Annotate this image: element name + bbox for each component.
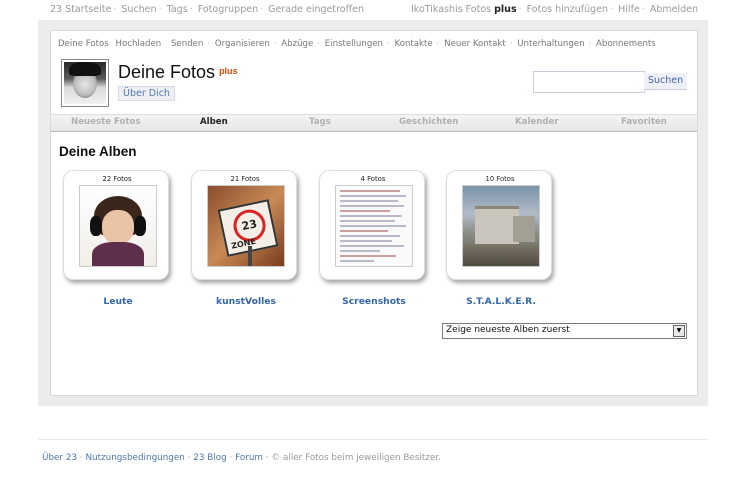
search-button[interactable]: Suchen: [644, 73, 688, 90]
album-thumbnail[interactable]: 23 ZONE: [207, 185, 285, 267]
top-link-suchen[interactable]: Suchen: [121, 4, 156, 15]
top-nav-left: 23 Startseite · Suchen · Tags · Fotogruppen…: [50, 4, 365, 15]
tab-tags[interactable]: Tags: [309, 117, 331, 127]
top-link-user-photos[interactable]: IkoTikashis Fotos: [411, 4, 491, 15]
subnav-senden[interactable]: Senden: [171, 39, 203, 49]
subnav-kontakte[interactable]: Kontakte: [394, 39, 432, 49]
tab-neueste-fotos[interactable]: Neueste Fotos: [71, 117, 141, 127]
footer-divider: [38, 439, 708, 440]
outer-panel: Deine Fotos Hochladen Senden · Organisier…: [38, 20, 708, 406]
top-link-startseite[interactable]: 23 Startseite: [50, 4, 111, 15]
content-panel: Deine Fotos Hochladen Senden · Organisier…: [50, 30, 698, 396]
about-button[interactable]: Über Dich: [118, 86, 175, 101]
avatar[interactable]: [61, 59, 109, 107]
footer-link-blog[interactable]: 23 Blog: [193, 453, 226, 463]
album-card[interactable]: 22 Fotos: [63, 170, 169, 280]
top-nav-right: IkoTikashis Fotos plus · Fotos hinzufügen…: [411, 4, 698, 15]
sub-nav: Deine Fotos Hochladen Senden · Organisier…: [58, 39, 656, 49]
album-count: 22 Fotos: [102, 175, 132, 183]
album-card[interactable]: 21 Fotos 23 ZONE: [191, 170, 297, 280]
album-count: 21 Fotos: [230, 175, 260, 183]
footer-copyright: © aller Fotos beim jeweiligen Besitzer.: [271, 453, 441, 463]
top-link-hilfe[interactable]: Hilfe: [618, 4, 640, 15]
top-link-abmelden[interactable]: Abmelden: [650, 4, 698, 15]
plus-badge: plus: [494, 4, 517, 15]
tab-geschichten[interactable]: Geschichten: [399, 117, 458, 127]
album-title-link[interactable]: Leute: [63, 296, 173, 307]
page-title: Deine Fotos plus: [118, 62, 238, 82]
top-bar: 23 Startseite · Suchen · Tags · Fotogruppen…: [0, 0, 756, 20]
tab-kalender[interactable]: Kalender: [515, 117, 559, 127]
subnav-deine-fotos[interactable]: Deine Fotos: [58, 39, 109, 49]
top-link-fotos-hinzufuegen[interactable]: Fotos hinzufügen: [527, 4, 608, 15]
top-link-tags[interactable]: Tags: [167, 4, 188, 15]
plus-badge: plus: [219, 66, 238, 76]
album-title-link[interactable]: Screenshots: [319, 296, 429, 307]
album-count: 4 Fotos: [360, 175, 386, 183]
album-thumbnail[interactable]: [79, 185, 157, 267]
footer-link-forum[interactable]: Forum: [235, 453, 263, 463]
album-thumbnail[interactable]: [335, 185, 413, 267]
tab-bar: Neueste Fotos Alben Tags Geschichten Kal…: [51, 114, 697, 132]
album-title-link[interactable]: S.T.A.L.K.E.R.: [446, 296, 556, 307]
footer: Über 23 · Nutzungsbedingungen · 23 Blog …: [42, 453, 441, 463]
album-count: 10 Fotos: [485, 175, 515, 183]
section-title: Deine Alben: [59, 144, 137, 159]
search-input[interactable]: [533, 71, 645, 93]
sign-word: ZONE: [230, 236, 257, 251]
album-thumbnail[interactable]: [462, 185, 540, 267]
footer-link-nutzungsbedingungen[interactable]: Nutzungsbedingungen: [85, 453, 184, 463]
tab-alben[interactable]: Alben: [200, 117, 228, 127]
tab-favoriten[interactable]: Favoriten: [621, 117, 667, 127]
top-link-fotogruppen[interactable]: Fotogruppen: [198, 4, 258, 15]
sort-select-value: Zeige neueste Alben zuerst: [446, 325, 570, 335]
subnav-abzuege[interactable]: Abzüge: [281, 39, 313, 49]
subnav-neuer-kontakt[interactable]: Neuer Kontakt: [444, 39, 506, 49]
footer-link-ueber[interactable]: Über 23: [42, 453, 77, 463]
subnav-unterhaltungen[interactable]: Unterhaltungen: [517, 39, 584, 49]
sort-select[interactable]: Zeige neueste Alben zuerst ▼: [442, 323, 687, 339]
top-link-gerade-eingetroffen[interactable]: Gerade eingetroffen: [268, 4, 364, 15]
subnav-organisieren[interactable]: Organisieren: [215, 39, 270, 49]
chevron-down-icon[interactable]: ▼: [673, 325, 685, 337]
subnav-einstellungen[interactable]: Einstellungen: [325, 39, 383, 49]
subnav-hochladen[interactable]: Hochladen: [116, 39, 162, 49]
subnav-abonnements[interactable]: Abonnements: [596, 39, 656, 49]
album-card[interactable]: 4 Fotos: [319, 170, 425, 280]
album-card[interactable]: 10 Fotos: [446, 170, 552, 280]
album-title-link[interactable]: kunstVolles: [191, 296, 301, 307]
